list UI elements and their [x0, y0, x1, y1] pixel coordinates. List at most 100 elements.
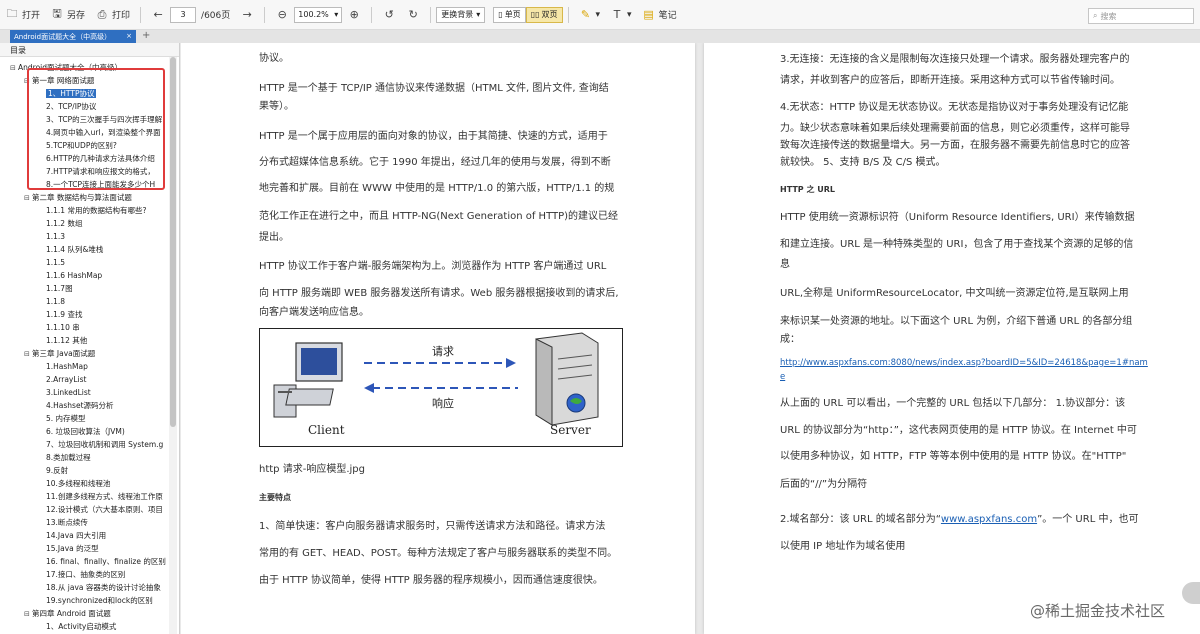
- outline-item[interactable]: 1.1.7图: [0, 282, 168, 295]
- chevron-down-icon: ▾: [627, 9, 632, 20]
- outline-item[interactable]: 3.LinkedList: [0, 386, 168, 399]
- outline-item[interactable]: 17.接口、抽象类的区别: [0, 568, 168, 581]
- outline-item[interactable]: 18.从 java 容器类的设计讨论抽象: [0, 581, 168, 594]
- outline-item-label: Android面试题大全（中高级）: [18, 63, 122, 72]
- outline-item[interactable]: 11.创建多线程方式、线程池工作原: [0, 490, 168, 503]
- outline-item[interactable]: 8.一个TCP连接上面能发多少个H: [0, 178, 168, 191]
- outline-item[interactable]: 5. 内存模型: [0, 412, 168, 425]
- zoom-out-button[interactable]: ⊖: [270, 4, 294, 26]
- notes-button[interactable]: ▤ 笔记: [637, 4, 682, 26]
- outline-item[interactable]: 6.HTTP的几种请求方法具体介绍: [0, 152, 168, 165]
- zoom-in-button[interactable]: ⊕: [342, 4, 366, 26]
- outline-item[interactable]: 3、TCP的三次握手与四次挥手理解: [0, 113, 168, 126]
- scrollbar-thumb[interactable]: [170, 57, 176, 427]
- outline-item[interactable]: 1.1.6 HashMap: [0, 269, 168, 282]
- outline-item[interactable]: 1.HashMap: [0, 360, 168, 373]
- collapse-toggle-icon[interactable]: ⊟: [24, 75, 32, 87]
- outline-item[interactable]: 1、HTTP协议: [0, 87, 168, 100]
- outline-item[interactable]: 1.1.1 常用的数据结构有哪些?: [0, 204, 168, 217]
- outline-item[interactable]: 7、垃圾回收机制和调用 System.g: [0, 438, 168, 451]
- print-label: 打印: [112, 11, 131, 21]
- print-button[interactable]: ⎙ 打印: [90, 4, 135, 26]
- help-button[interactable]: [1182, 582, 1200, 604]
- outline-item-label: 8.一个TCP连接上面能发多少个H: [46, 180, 156, 189]
- collapse-toggle-icon[interactable]: ⊟: [24, 608, 32, 620]
- outline-item[interactable]: 4.Hashset源码分析: [0, 399, 168, 412]
- outline-item[interactable]: 1.1.12 其他: [0, 334, 168, 347]
- outline-item[interactable]: ⊟ 第二章 数据结构与算法面试题: [0, 191, 168, 204]
- text-button[interactable]: T ▾: [605, 4, 637, 26]
- rotate-right-button[interactable]: ↻: [401, 4, 425, 26]
- outline-item[interactable]: 4.网页中输入url，到渲染整个界面: [0, 126, 168, 139]
- request-arrow: [364, 358, 516, 368]
- outline-item[interactable]: 1.1.2 数组: [0, 217, 168, 230]
- outline-item-label: 17.接口、抽象类的区别: [46, 570, 126, 579]
- zoom-select[interactable]: 100.2% ▾: [294, 6, 343, 23]
- close-icon[interactable]: ×: [126, 32, 132, 41]
- outline-item[interactable]: ⊟ Android面试题大全（中高级）: [0, 61, 168, 74]
- chevron-down-icon: ▾: [476, 10, 481, 19]
- zoom-value: 100.2%: [298, 9, 329, 19]
- outline-item-label: 第一章 网络面试题: [32, 76, 95, 85]
- outline-item[interactable]: 15.Java 的泛型: [0, 542, 168, 555]
- add-tab-button[interactable]: +: [142, 30, 150, 42]
- outline-item[interactable]: 16. final、finally、finalize 的区别: [0, 555, 168, 568]
- outline-item[interactable]: 2、TCP/IP协议: [0, 100, 168, 113]
- outline-item[interactable]: 1.1.5: [0, 256, 168, 269]
- outline-item[interactable]: 14.Java 四大引用: [0, 529, 168, 542]
- url-link-continued[interactable]: e: [780, 363, 785, 391]
- collapse-toggle-icon[interactable]: ⊟: [24, 192, 32, 204]
- document-tab[interactable]: Android面试题大全（中高级） ×: [10, 30, 136, 43]
- outline-item[interactable]: 10.多线程和线程池: [0, 477, 168, 490]
- collapse-toggle-icon[interactable]: ⊟: [24, 348, 32, 360]
- outline-item-label: 5. 内存模型: [46, 414, 86, 423]
- outline-item[interactable]: ⊟ 第三章 Java面试题: [0, 347, 168, 360]
- chevron-down-icon: ▾: [334, 9, 339, 19]
- double-page-button[interactable]: ▯▯ 双页: [525, 6, 563, 23]
- outline-item-label: 1.1.2 数组: [46, 219, 83, 228]
- outline-item-label: 1.1.8: [46, 297, 66, 306]
- prev-page-button[interactable]: ←: [146, 4, 170, 26]
- zoom-out-icon: ⊖: [277, 8, 287, 21]
- outline-item[interactable]: 9.反射: [0, 464, 168, 477]
- outline-item[interactable]: 12.设计模式（六大基本原则、项目: [0, 503, 168, 516]
- outline-item-label: 13.断点续传: [46, 518, 88, 527]
- background-select[interactable]: 更换背景 ▾: [436, 6, 486, 23]
- outline-item[interactable]: 2.ArrayList: [0, 373, 168, 386]
- search-input[interactable]: ⌕ 搜索: [1088, 8, 1194, 24]
- url-link[interactable]: http://www.aspxfans.com:8080/news/index.…: [780, 349, 1148, 377]
- divider: [140, 6, 142, 23]
- outline-item[interactable]: 6. 垃圾回收算法（JVM): [0, 425, 168, 438]
- page-total: /606页: [201, 11, 231, 21]
- outline-item[interactable]: 1、Activity启动模式: [0, 620, 168, 633]
- paragraph: 以使用 IP 地址作为域名使用: [780, 541, 906, 552]
- outline-item-label: 19.synchronized和lock的区别: [46, 596, 153, 605]
- outline-item[interactable]: 1.1.3: [0, 230, 168, 243]
- open-button[interactable]: 🗀 打开: [0, 4, 45, 26]
- collapse-toggle-icon[interactable]: ⊟: [10, 62, 18, 74]
- outline-item[interactable]: ⊟ 第四章 Android 面试题: [0, 607, 168, 620]
- next-page-button[interactable]: →: [235, 4, 259, 26]
- sidebar-scrollbar[interactable]: [169, 57, 177, 634]
- outline-item[interactable]: 1.1.9 查找: [0, 308, 168, 321]
- outline-item[interactable]: 8.类加载过程: [0, 451, 168, 464]
- outline-item[interactable]: 19.synchronized和lock的区别: [0, 594, 168, 607]
- outline-item[interactable]: ⊟ 第一章 网络面试题: [0, 74, 168, 87]
- divider: [430, 6, 432, 23]
- outline-item[interactable]: 7.HTTP请求和响应报文的格式，: [0, 165, 168, 178]
- outline-item-label: 11.创建多线程方式、线程池工作原: [46, 492, 163, 501]
- outline-item-label: 1.1.12 其他: [46, 336, 88, 345]
- text-icon: T: [613, 8, 621, 21]
- paragraph: 从上面的 URL 可以看出，一个完整的 URL 包括以下几部分： 1.协议部分：…: [780, 398, 1126, 409]
- outline-item[interactable]: 13.断点续传: [0, 516, 168, 529]
- outline-item[interactable]: 5.TCP和UDP的区别?: [0, 139, 168, 152]
- outline-item[interactable]: 1.1.10 串: [0, 321, 168, 334]
- domain-link[interactable]: www.aspxfans.com: [941, 514, 1037, 525]
- rotate-left-button[interactable]: ↺: [377, 4, 401, 26]
- single-page-button[interactable]: ▯ 单页: [493, 6, 526, 23]
- page-number-input[interactable]: 3: [170, 6, 197, 23]
- outline-item[interactable]: 1.1.4 队列&堆栈: [0, 243, 168, 256]
- highlight-button[interactable]: ✎ ▾: [574, 4, 606, 26]
- outline-item[interactable]: 1.1.8: [0, 295, 168, 308]
- save-as-button[interactable]: 🖫 另存: [45, 4, 90, 26]
